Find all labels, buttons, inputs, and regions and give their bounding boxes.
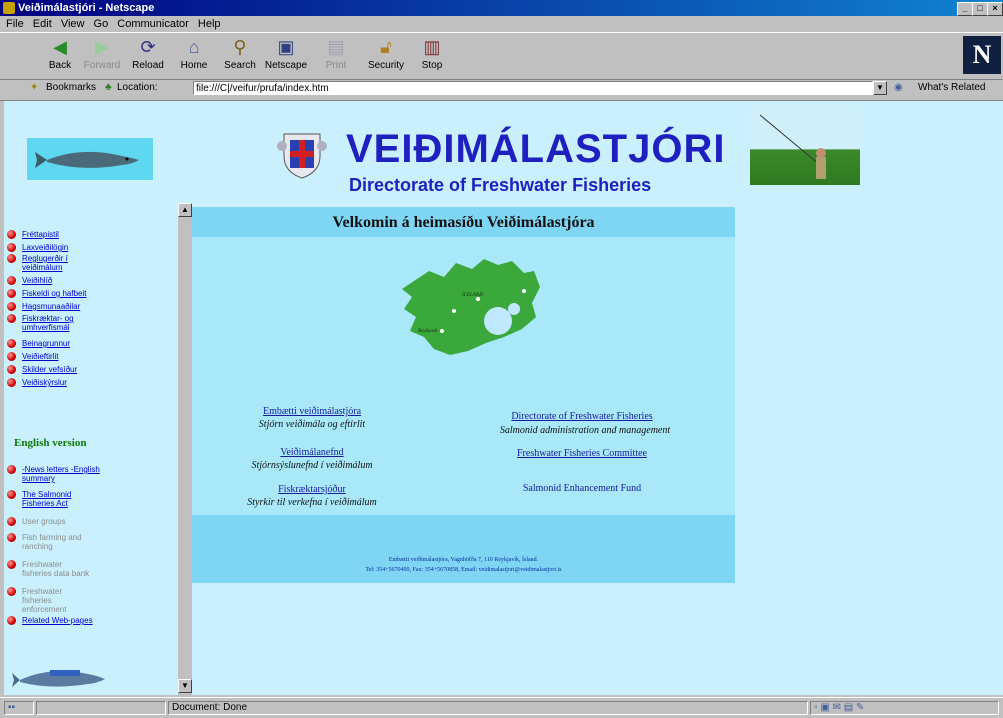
link-committee[interactable]: Freshwater Fisheries Committee [472,448,692,459]
iceland-map[interactable]: ICELAND Reykjavík [394,251,544,363]
component-bar[interactable]: ▫ ▣ ✉ ▤ ✎ [810,701,999,715]
stop-icon: ▥ [423,37,441,57]
location-icon: ♣ [105,82,112,93]
security-button[interactable]: 🔓︎ Security [364,36,408,76]
nav-item[interactable]: Veiðieftirlit [7,352,172,361]
reload-icon: ⟳ [140,37,156,57]
desc-fiskraektarsjodur: Styrkir til verkefna í veiðimálum [247,497,377,508]
nav-item[interactable]: Veiðihlíð [7,276,172,285]
back-button[interactable]: ◀ Back [38,36,82,76]
print-icon: ▤ [327,37,345,57]
nav-item[interactable]: Skilder vefsíður [7,365,172,374]
nav-item[interactable]: Fiskræktar- og umhverfismál [7,314,92,332]
maximize-button[interactable]: □ [972,2,988,16]
menu-edit[interactable]: Edit [33,16,52,32]
back-arrow-icon: ◀ [53,37,67,57]
site-title: VEIÐIMÁLASTJÓRI [346,127,726,171]
location-bar: ✦ Bookmarks ♣ Location: file:///C|/veifu… [0,78,1003,101]
sidebar-scrollbar[interactable]: ▲ ▼ [178,203,192,695]
map-city-label: Reykjavík [418,329,438,334]
netscape-button[interactable]: ▣ Netscape [264,36,308,76]
url-input[interactable]: file:///C|/veifur/prufa/index.htm [193,81,873,95]
iceland-coat-of-arms [276,126,328,180]
forward-button[interactable]: ▶ Forward [80,36,124,76]
url-dropdown-button[interactable]: ▼ [873,81,887,95]
menu-go[interactable]: Go [94,16,109,32]
nav-item-english: Fish farming and ranching [7,533,92,551]
desc-embaetti: Stjórn veiðimála og eftirlit [258,419,366,430]
home-icon: ⌂ [188,37,200,57]
angler-image [750,105,860,185]
footer-contact: Tel: 354+5670400, Fax: 354+5670858, Emai… [365,567,562,573]
home-button[interactable]: ⌂ Home [172,36,216,76]
link-directorate[interactable]: Directorate of Freshwater Fisheries [472,411,692,422]
nav-item-english: User groups [7,517,172,526]
welcome-banner: Velkomin á heimasíðu Veiðimálastjóra [192,207,735,237]
security-status-icon[interactable]: ▪▪ [4,701,34,715]
nav-item[interactable]: Fiskeldi og hafbeit [7,289,172,298]
nav-item[interactable]: Reglugerðir í veiðimálum [7,254,84,272]
link-fiskraektarsjodur[interactable]: Fiskræktarsjóður [232,484,392,495]
stop-button[interactable]: ▥ Stop [410,36,454,76]
bookmark-icon: ✦ [30,82,39,93]
welcome-heading: Velkomin á heimasíðu Veiðimálastjóra [332,214,595,231]
nav-item-english[interactable]: Related Web-pages [7,616,172,625]
nav-item-english[interactable]: The Salmonid Fisheries Act [7,490,78,508]
menu-communicator[interactable]: Communicator [117,16,189,32]
link-embaetti[interactable]: Embætti veiðimálastjóra [232,406,392,417]
map-label: ICELAND [462,293,483,298]
reload-button[interactable]: ⟳ Reload [126,36,170,76]
desc-veidimalanefnd: Stjórnsýslunefnd í veiðimálum [251,460,373,471]
sidebar: Fréttapistil Laxveiðilögin Reglugerðir í… [4,101,178,695]
salmonid-enhancement-fund: Salmonid Enhancement Fund [522,483,642,494]
site-subtitle: Directorate of Freshwater Fisheries [349,175,652,195]
salmon-image [27,138,153,180]
menu-bar: File Edit View Go Communicator Help [0,16,1003,32]
nav-item[interactable]: Fréttapistil [7,230,172,239]
footer-address: Embætti veiðimálastjóra, Vagnhöfða 7, 11… [388,557,539,563]
english-version-heading: English version [14,437,87,449]
menu-help[interactable]: Help [198,16,221,32]
status-text: Document: Done [168,701,808,715]
search-icon: ⚲ [233,37,247,57]
menu-file[interactable]: File [6,16,24,32]
whats-related-button[interactable]: What's Related [918,82,986,93]
forward-arrow-icon: ▶ [95,37,109,57]
page-content: Fréttapistil Laxveiðilögin Reglugerðir í… [4,101,1003,695]
title-bar: Veiðimálastjóri - Netscape _ □ × [0,0,1003,16]
nav-item[interactable]: Hagsmunaaðilar [7,302,172,311]
close-button[interactable]: × [987,2,1003,16]
scroll-up-button[interactable]: ▲ [178,203,192,217]
salmon-logo-image [10,664,110,692]
minimize-button[interactable]: _ [957,2,973,16]
bookmarks-button[interactable]: Bookmarks [46,82,96,93]
nav-item-english: Freshwater fisheries enforcement [7,587,90,614]
netscape-logo[interactable]: N [963,36,1001,74]
whats-related-icon: ◉ [894,82,903,93]
scroll-down-button[interactable]: ▼ [178,679,192,693]
lock-icon: 🔓︎ [380,37,392,57]
link-veidimalanefnd[interactable]: Veiðimálanefnd [232,447,392,458]
netscape-app-icon [3,2,15,14]
nav-item[interactable]: Laxveiðilögin [7,243,172,252]
nav-item[interactable]: Beinagrunnur [7,339,172,348]
desc-directorate: Salmonid administration and management [499,425,671,436]
menu-view[interactable]: View [61,16,85,32]
progress-bar [36,701,166,715]
footer: Embætti veiðimálastjóra, Vagnhöfða 7, 11… [192,515,735,583]
nav-item[interactable]: Veiðiskýrslur [7,378,172,387]
search-button[interactable]: ⚲ Search [218,36,262,76]
nav-item-english[interactable]: -News letters -English summary [7,465,102,483]
window-title: Veiðimálastjóri - Netscape [18,2,155,14]
nav-item-english: Freshwater fisheries data bank [7,560,90,578]
print-button[interactable]: ▤ Print [314,36,358,76]
main-panel: Velkomin á heimasíðu Veiðimálastjóra ICE… [192,207,735,583]
status-bar: ▪▪ Document: Done ▫ ▣ ✉ ▤ ✎ [0,697,1003,718]
navigation-toolbar: ◀ Back ▶ Forward ⟳ Reload ⌂ Home ⚲ Search ▣ Ne… [0,32,1003,80]
netscape-icon: ▣ [277,37,295,57]
location-label: Location: [117,82,158,93]
